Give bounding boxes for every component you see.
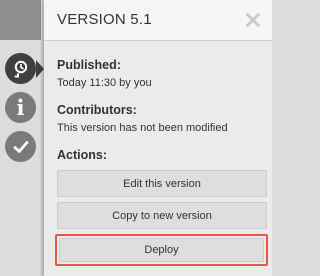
version-panel: VERSION 5.1 Published: Today 11:30 by yo…	[44, 0, 272, 276]
deploy-highlight: Deploy	[55, 234, 268, 266]
active-pointer	[36, 60, 44, 78]
panel-title: VERSION 5.1	[57, 11, 152, 28]
edit-version-button[interactable]: Edit this version	[57, 170, 267, 197]
sidebar: i	[0, 0, 44, 276]
copy-version-button[interactable]: Copy to new version	[57, 202, 267, 229]
panel-header: VERSION 5.1	[44, 0, 272, 41]
deploy-button[interactable]: Deploy	[59, 238, 264, 262]
contributors-value: This version has not been modified	[57, 122, 228, 134]
actions-label: Actions:	[57, 148, 107, 162]
contributors-label: Contributors:	[57, 103, 137, 117]
info-icon[interactable]: i	[5, 92, 36, 123]
close-icon[interactable]	[244, 11, 262, 29]
published-label: Published:	[57, 58, 121, 72]
sidebar-header	[0, 0, 41, 40]
history-icon[interactable]	[5, 53, 36, 84]
published-value: Today 11:30 by you	[57, 77, 152, 89]
check-icon[interactable]	[5, 131, 36, 162]
